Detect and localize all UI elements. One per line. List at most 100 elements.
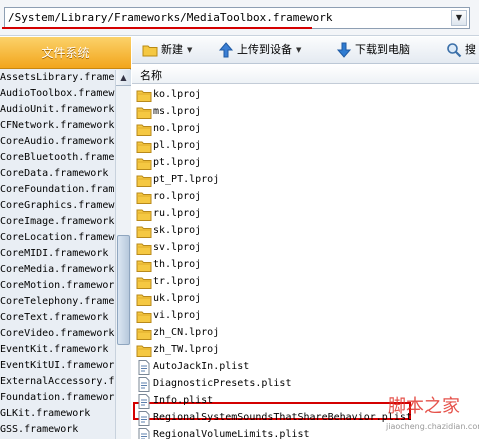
list-item[interactable]: ms.lproj [132,104,479,121]
list-item[interactable]: vi.lproj [132,308,479,325]
sidebar-tree-item[interactable]: CoreFoundation.fram [0,182,115,198]
list-item-label: Info.plist [153,395,214,406]
list-item[interactable]: tr.lproj [132,274,479,291]
sidebar-tree-item[interactable]: CoreAudio.framework [0,134,115,150]
chevron-down-icon: ▼ [187,46,193,54]
list-item[interactable]: DiagnosticPresets.plist [132,376,479,393]
document-icon [136,428,152,439]
search-button[interactable]: 搜 [446,41,476,59]
list-item-label: tr.lproj [153,276,202,287]
sidebar-tree-item[interactable]: EventKit.framework [0,342,115,358]
list-item-label: zh_TW.lproj [153,344,220,355]
list-item-label: no.lproj [153,123,202,134]
folder-icon [136,190,152,205]
folder-icon [136,224,152,239]
list-item[interactable]: pt_PT.lproj [132,172,479,189]
folder-new-icon [142,42,158,58]
sidebar-tree-item[interactable]: CoreMotion.framewor [0,278,115,294]
list-item[interactable]: pt.lproj [132,155,479,172]
sidebar-tree-item[interactable]: CoreMedia.framework [0,262,115,278]
sidebar-tree-item[interactable]: AudioToolbox.framew [0,86,115,102]
sidebar-tree-item[interactable]: CoreVideo.framework [0,326,115,342]
watermark-url: jiaocheng.chazidian.com [386,422,479,431]
list-item-label: pt.lproj [153,157,202,168]
folder-icon [136,173,152,188]
address-path-text: /System/Library/Frameworks/MediaToolbox.… [8,11,333,24]
document-icon [136,411,152,426]
address-dropdown-button[interactable]: ▼ [451,10,467,26]
list-item[interactable]: sk.lproj [132,223,479,240]
address-red-underline [2,27,312,29]
folder-icon [136,275,152,290]
folder-icon [136,105,152,120]
document-icon [136,377,152,392]
document-icon [136,360,152,375]
sidebar-tree-item[interactable]: Foundation.framewor [0,390,115,406]
list-item-label: RegionalSystemSoundsThatShareBehavior.pl… [153,412,412,423]
sidebar-tree-item[interactable]: CoreText.framework [0,310,115,326]
list-item[interactable]: ru.lproj [132,206,479,223]
list-item-label: pl.lproj [153,140,202,151]
tab-file-system[interactable]: 文件系统 [0,37,131,69]
list-item-label: pt_PT.lproj [153,174,220,185]
tree-scrollbar[interactable]: ▲ [115,70,131,439]
sidebar-tree-item[interactable]: AssetsLibrary.frame [0,70,115,86]
chevron-down-icon: ▼ [296,46,302,54]
list-item[interactable]: zh_TW.lproj [132,342,479,359]
new-button[interactable]: 新建 ▼ [142,41,192,59]
list-item[interactable]: uk.lproj [132,291,479,308]
list-item-label: DiagnosticPresets.plist [153,378,292,389]
watermark: 脚本之家 jiaocheng.chazidian.com [386,392,479,436]
list-item[interactable]: AutoJackIn.plist [132,359,479,376]
list-item[interactable]: sv.lproj [132,240,479,257]
download-arrow-icon [336,42,352,58]
sidebar-tree-item[interactable]: CoreTelephony.frame [0,294,115,310]
list-column-header[interactable]: 名称 [132,65,479,84]
folder-tree: AssetsLibrary.frame AudioToolbox.framew Au… [0,70,115,439]
list-item[interactable]: pl.lproj [132,138,479,155]
sidebar-tree-item[interactable]: CoreMIDI.framework [0,246,115,262]
download-to-pc-button[interactable]: 下载到电脑 [336,41,410,59]
list-item[interactable]: ko.lproj [132,87,479,104]
sidebar-tree-item[interactable]: EventKitUI.framewor [0,358,115,374]
sidebar-tree-item[interactable]: CoreBluetooth.frame [0,150,115,166]
list-item-label: vi.lproj [153,310,202,321]
search-icon [446,42,462,58]
list-item-label: ru.lproj [153,208,202,219]
watermark-title: 脚本之家 [388,396,460,417]
address-input[interactable]: /System/Library/Frameworks/MediaToolbox.… [4,7,470,29]
column-name-label: 名称 [140,69,162,82]
list-item-label: ms.lproj [153,106,202,117]
upload-to-device-button[interactable]: 上传到设备 ▼ [218,41,301,59]
folder-icon [136,292,152,307]
sidebar-tree-item[interactable]: CoreLocation.framew [0,230,115,246]
file-list: ko.lproj ms.lproj no.lproj pl.lproj pt.lproj… [132,85,479,439]
document-icon [136,394,152,409]
scroll-up-button[interactable]: ▲ [116,70,131,86]
download-button-label: 下载到电脑 [355,43,410,56]
sidebar-tree-item[interactable]: GLKit.framework [0,406,115,422]
sidebar-tree-item[interactable]: CoreData.framework [0,166,115,182]
folder-icon [136,309,152,324]
list-item[interactable]: th.lproj [132,257,479,274]
toolbar: 新建 ▼ 上传到设备 ▼ 下载到电脑 搜 [132,37,479,64]
list-item-label: th.lproj [153,259,202,270]
list-item-label: ko.lproj [153,89,202,100]
sidebar-tree-item[interactable]: ExternalAccessory.f [0,374,115,390]
folder-icon [136,122,152,137]
folder-icon [136,258,152,273]
list-item[interactable]: zh_CN.lproj [132,325,479,342]
sidebar-tree-item[interactable]: CoreGraphics.framew [0,198,115,214]
sidebar-tree-item[interactable]: CoreImage.framework [0,214,115,230]
list-item[interactable]: no.lproj [132,121,479,138]
scrollbar-thumb[interactable] [117,235,130,345]
list-item-label: sv.lproj [153,242,202,253]
folder-icon [136,88,152,103]
upload-arrow-icon [218,42,234,58]
list-item-label: RegionalVolumeLimits.plist [153,429,310,439]
sidebar-tree-item[interactable]: GSS.framework [0,422,115,438]
sidebar-tree-item[interactable]: CFNetwork.framework [0,118,115,134]
address-bar-area: /System/Library/Frameworks/MediaToolbox.… [0,0,479,36]
list-item[interactable]: ro.lproj [132,189,479,206]
sidebar-tree-item[interactable]: AudioUnit.framework [0,102,115,118]
